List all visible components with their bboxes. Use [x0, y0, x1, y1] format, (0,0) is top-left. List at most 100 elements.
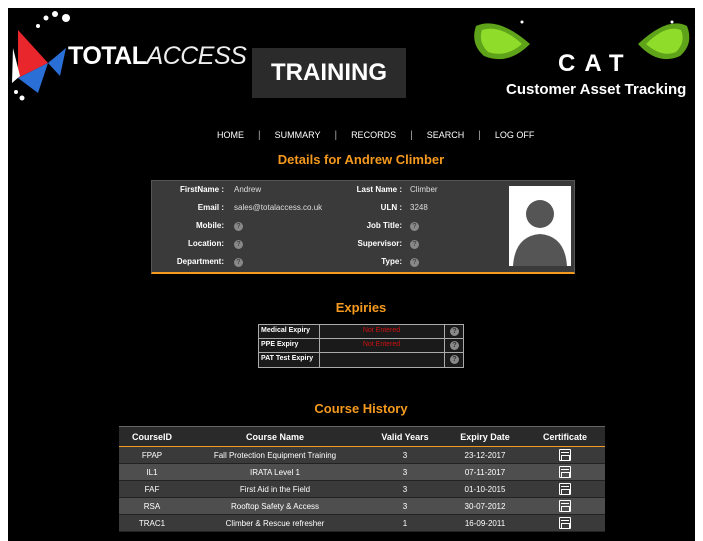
certificate-document-icon[interactable] — [559, 517, 571, 529]
expiry-date: 01-10-2015 — [445, 480, 525, 498]
app-frame: TOTALACCESS TRAINING CAT Customer Asset … — [8, 8, 695, 541]
expiry-label: PAT Test Expiry — [261, 355, 314, 362]
cell-divider — [444, 353, 445, 367]
last-name-label: Last Name : — [356, 185, 402, 194]
certificate-cell — [525, 514, 605, 532]
cat-title: CAT — [558, 50, 633, 77]
mobile-label: Mobile: — [196, 221, 224, 230]
valid-years: 3 — [365, 480, 445, 498]
valid-years: 3 — [365, 463, 445, 481]
uln-label: ULN : — [380, 203, 402, 212]
logo-bold-text: TOTAL — [68, 42, 147, 70]
question-circle-icon[interactable]: ? — [234, 222, 243, 231]
nav-search[interactable]: SEARCH — [413, 130, 479, 140]
question-circle-icon[interactable]: ? — [410, 258, 419, 267]
nav-summary[interactable]: SUMMARY — [261, 130, 335, 140]
page-title: TRAINING — [252, 48, 406, 98]
expiries-heading: Expiries — [335, 300, 387, 315]
certificate-cell — [525, 480, 605, 498]
location-label: Location: — [188, 239, 224, 248]
column-header[interactable]: Valid Years — [365, 426, 445, 447]
nav-log-off[interactable]: LOG OFF — [481, 130, 549, 140]
details-panel: FirstName : Andrew Last Name : Climber E… — [151, 180, 575, 274]
certificate-cell — [525, 463, 605, 481]
department-info-slot: ? — [234, 257, 243, 267]
logo-wordmark: TOTALACCESS — [68, 42, 247, 71]
logo-thin-text: ACCESS — [146, 42, 247, 70]
cat-logo: CAT Customer Asset Tracking — [468, 16, 695, 106]
course-id: RSA — [119, 497, 185, 515]
question-circle-icon[interactable]: ? — [410, 222, 419, 231]
expiry-row: Medical Expiry Not Entered ? — [259, 325, 463, 339]
table-row: FAF First Aid in the Field 3 01-10-2015 — [119, 480, 605, 498]
cell-divider — [319, 353, 320, 367]
course-id: TRAC1 — [119, 514, 185, 532]
expiries-table: Medical Expiry Not Entered ? PPE Expiry … — [258, 324, 464, 368]
question-circle-icon[interactable]: ? — [450, 355, 459, 364]
question-circle-icon[interactable]: ? — [234, 240, 243, 249]
expiry-label: Medical Expiry — [261, 327, 311, 334]
question-circle-icon[interactable]: ? — [410, 240, 419, 249]
email-label: Email : — [197, 203, 224, 212]
person-silhouette-icon — [513, 200, 567, 266]
expiry-label: PPE Expiry — [261, 341, 299, 348]
details-heading: Details for Andrew Climber — [277, 152, 445, 167]
course-name: First Aid in the Field — [185, 480, 365, 498]
main-nav: HOME | SUMMARY | RECORDS | SEARCH | LOG … — [203, 127, 534, 143]
first-name-value: Andrew — [234, 185, 262, 194]
first-name-label: FirstName : — [179, 185, 224, 194]
valid-years: 3 — [365, 446, 445, 464]
column-header[interactable]: CourseID — [119, 426, 185, 447]
expiry-date: 30-07-2012 — [445, 497, 525, 515]
last-name-value: Climber — [410, 185, 438, 194]
nav-records[interactable]: RECORDS — [337, 130, 410, 140]
cell-divider — [444, 339, 445, 353]
table-row: RSA Rooftop Safety & Access 3 30-07-2012 — [119, 497, 605, 515]
course-id: FPAP — [119, 446, 185, 464]
email-value: sales@totalaccess.co.uk — [234, 203, 323, 212]
expiry-date: 23-12-2017 — [445, 446, 525, 464]
question-circle-icon[interactable]: ? — [450, 327, 459, 336]
course-name: Climber & Rescue refresher — [185, 514, 365, 532]
question-circle-icon[interactable]: ? — [450, 341, 459, 350]
column-header[interactable]: Certificate — [525, 426, 605, 447]
avatar — [509, 186, 571, 266]
expiry-value: Not Entered — [362, 327, 401, 334]
job-title-label: Job Title: — [366, 221, 402, 230]
detail-row-email: Email : sales@totalaccess.co.uk ULN : 32… — [152, 203, 508, 221]
detail-row-mobile: Mobile: ? Job Title: ? — [152, 221, 508, 239]
course-name: Fall Protection Equipment Training — [185, 446, 365, 464]
course-name: Rooftop Safety & Access — [185, 497, 365, 515]
supervisor-info-slot: ? — [410, 239, 419, 249]
nav-home[interactable]: HOME — [203, 130, 258, 140]
type-label: Type: — [381, 257, 402, 266]
certificate-document-icon[interactable] — [559, 500, 571, 512]
certificate-cell — [525, 497, 605, 515]
question-circle-icon[interactable]: ? — [234, 258, 243, 267]
expiry-date: 07-11-2017 — [445, 463, 525, 481]
table-row: IL1 IRATA Level 1 3 07-11-2017 — [119, 463, 605, 481]
supervisor-label: Supervisor: — [357, 239, 402, 248]
course-name: IRATA Level 1 — [185, 463, 365, 481]
table-row: FPAP Fall Protection Equipment Training … — [119, 446, 605, 464]
detail-row-department: Department: ? Type: ? — [152, 257, 508, 275]
certificate-document-icon[interactable] — [559, 466, 571, 478]
detail-row-name: FirstName : Andrew Last Name : Climber — [152, 185, 508, 203]
course-history-table: CourseID Course Name Valid Years Expiry … — [119, 426, 605, 532]
column-header[interactable]: Course Name — [185, 426, 365, 447]
job-title-info-slot: ? — [410, 221, 419, 231]
detail-row-location: Location: ? Supervisor: ? — [152, 239, 508, 257]
uln-value: 3248 — [410, 203, 428, 212]
certificate-document-icon[interactable] — [559, 483, 571, 495]
valid-years: 3 — [365, 497, 445, 515]
course-id: IL1 — [119, 463, 185, 481]
total-access-logo: TOTALACCESS — [8, 8, 248, 108]
cell-divider — [444, 325, 445, 339]
column-header[interactable]: Expiry Date — [445, 426, 525, 447]
expiry-row: PAT Test Expiry ? — [259, 353, 463, 367]
location-info-slot: ? — [234, 239, 243, 249]
cat-subtitle: Customer Asset Tracking — [506, 81, 687, 98]
table-row: TRAC1 Climber & Rescue refresher 1 16-09… — [119, 514, 605, 532]
certificate-document-icon[interactable] — [559, 449, 571, 461]
valid-years: 1 — [365, 514, 445, 532]
